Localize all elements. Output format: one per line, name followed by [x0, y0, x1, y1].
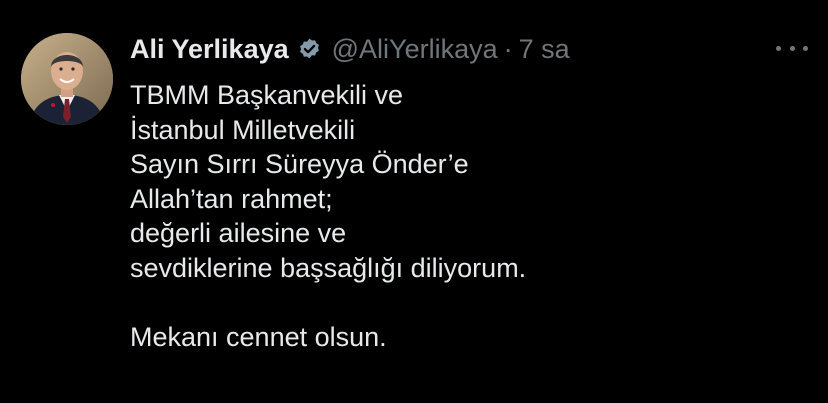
more-options-icon[interactable]	[776, 38, 808, 58]
separator-dot: ·	[503, 33, 513, 64]
tweet-header: Ali Yerlikaya @AliYerlikaya · 7 sa	[130, 31, 570, 67]
tweet-timestamp[interactable]: 7 sa	[519, 34, 570, 65]
verified-badge-icon[interactable]	[297, 37, 322, 62]
avatar-photo	[21, 33, 113, 125]
tweet-line: İstanbul Milletvekili	[130, 114, 356, 145]
tweet-text: TBMM Başkanvekili ve İstanbul Milletveki…	[130, 78, 810, 354]
more-dot	[789, 45, 795, 51]
author-handle[interactable]: @AliYerlikaya	[332, 34, 498, 65]
tweet-line: TBMM Başkanvekili ve	[130, 80, 404, 110]
tweet-line: Sayın Sırrı Süreyya Önder’e	[130, 149, 469, 179]
tweet-line: Mekanı cennet olsun.	[130, 321, 387, 352]
avatar[interactable]	[21, 33, 113, 125]
more-dot	[803, 45, 808, 51]
tweet-line: sevdiklerine başsağlığı diliyorum.	[130, 252, 527, 283]
author-name[interactable]: Ali Yerlikaya	[130, 34, 289, 65]
tweet[interactable]: Ali Yerlikaya @AliYerlikaya · 7 sa TBMM …	[0, 0, 828, 403]
tweet-line: değerli ailesine ve	[130, 218, 347, 248]
more-dot	[776, 45, 781, 51]
tweet-line: Allah’tan rahmet;	[130, 183, 333, 214]
